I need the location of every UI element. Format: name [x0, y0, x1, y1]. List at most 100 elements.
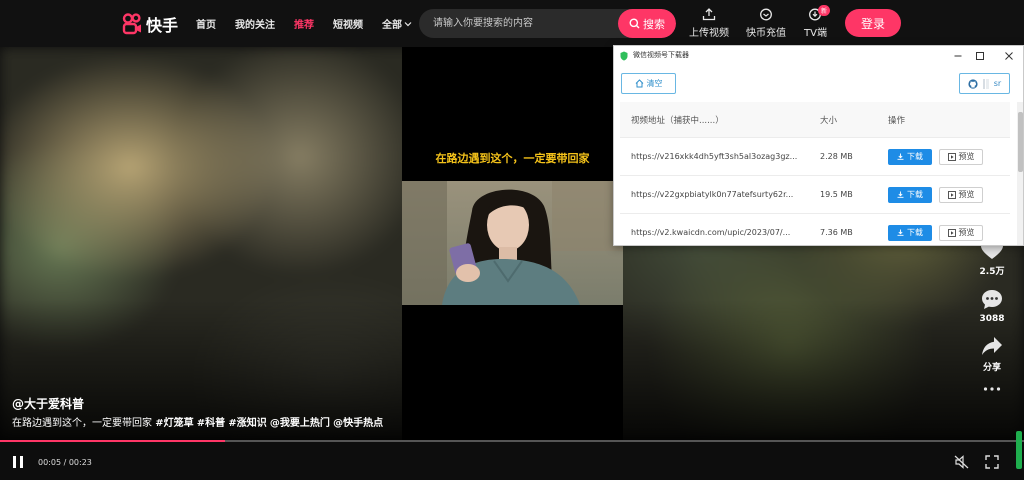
mention[interactable]: @我要上热门 — [270, 418, 330, 429]
table-scrollbar-thumb[interactable] — [1018, 112, 1023, 172]
nav-all-label: 全部 — [382, 20, 402, 31]
comment-count: 3088 — [979, 314, 1005, 324]
hashtag[interactable]: #科普 — [197, 418, 225, 429]
home-icon — [635, 79, 643, 88]
video-description: 在路边遇到这个，一定要带回家 #灯笼草 #科普 #涨知识 @我要上热门 @快手热… — [12, 414, 383, 429]
duration: 00:23 — [68, 458, 92, 467]
video-url: https://v216xkk4dh5yft3sh5al3ozag3gz... — [631, 152, 798, 161]
github-button[interactable]: sr — [959, 73, 1010, 94]
nav-item-short-video[interactable]: 短视频 — [333, 16, 363, 31]
table-header: 视频地址（捕获中......） 大小 操作 — [620, 102, 1010, 138]
current-time: 00:05 — [38, 458, 62, 467]
kuaishou-page: 快手 首页 我的关注 推荐 短视频 全部 搜索 上传视频 快币充值 — [0, 0, 1024, 480]
table-scrollbar[interactable] — [1017, 102, 1023, 245]
page-scrollbar[interactable] — [1016, 431, 1022, 469]
minimize-button[interactable] — [951, 49, 965, 63]
maximize-button[interactable] — [973, 49, 987, 63]
fullscreen-icon — [985, 455, 999, 469]
table-row: https://v2.kwaicdn.com/upic/2023/07/... … — [620, 214, 1010, 245]
logo-text: 快手 — [146, 16, 179, 35]
downloader-toolbar: 清空 sr — [614, 66, 1023, 102]
kuaishou-logo-icon — [122, 13, 141, 35]
nav-item-following[interactable]: 我的关注 — [235, 16, 275, 31]
preview-button[interactable]: 预览 — [939, 224, 983, 241]
download-icon — [897, 153, 904, 160]
video-size: 19.5 MB — [820, 190, 853, 199]
tv-client-button[interactable]: 新 TV端 — [804, 5, 831, 39]
close-button[interactable] — [1002, 49, 1016, 63]
new-badge: 新 — [818, 5, 831, 16]
hashtag[interactable]: #灯笼草 — [155, 418, 193, 429]
shield-icon — [620, 51, 628, 61]
main-nav: 首页 我的关注 推荐 短视频 全部 — [196, 0, 431, 47]
play-square-icon — [947, 190, 956, 199]
more-dots-icon — [983, 387, 1001, 391]
clear-button-label: 清空 — [646, 79, 663, 88]
like-count: 2.5万 — [979, 267, 1005, 277]
download-label: 下载 — [907, 228, 923, 237]
preview-button[interactable]: 预览 — [939, 148, 983, 165]
column-header-actions: 操作 — [888, 115, 906, 126]
download-button[interactable]: 下载 — [888, 148, 932, 165]
table-row: https://v22gxpbiatylk0n77atefsurty62r...… — [620, 176, 1010, 214]
time-display: 00:05 / 00:23 — [38, 458, 92, 467]
downloader-window: 微信视频号下载器 清空 sr 视频地址（捕获中......） 大小 操作 htt… — [613, 45, 1024, 246]
login-button[interactable]: 登录 — [845, 9, 901, 37]
preview-button[interactable]: 预览 — [939, 186, 983, 203]
video-size: 7.36 MB — [820, 228, 853, 237]
more-button[interactable] — [983, 387, 1001, 391]
coin-recharge-label: 快币充值 — [746, 28, 786, 39]
preview-label: 预览 — [958, 190, 975, 199]
download-button[interactable]: 下载 — [888, 186, 932, 203]
row-actions: 下载 预览 — [878, 224, 1010, 241]
chevron-down-icon — [404, 21, 412, 26]
comment-button[interactable]: 3088 — [979, 289, 1005, 324]
column-header-url: 视频地址（捕获中......） — [631, 115, 724, 126]
comment-icon — [982, 290, 1002, 309]
upload-video-label: 上传视频 — [689, 28, 729, 39]
nav-item-all[interactable]: 全部 — [382, 16, 412, 31]
download-label: 下载 — [907, 190, 923, 199]
video-player[interactable]: 在路边遇到这个，一定要带回家 — [402, 47, 623, 440]
upload-video-button[interactable]: 上传视频 — [689, 8, 729, 39]
mention[interactable]: @快手热点 — [333, 418, 383, 429]
muted-speaker-icon — [954, 455, 969, 469]
mute-button[interactable] — [954, 454, 969, 473]
window-titlebar[interactable]: 微信视频号下载器 — [614, 46, 1023, 66]
tv-client-label: TV端 — [804, 28, 827, 39]
preview-label: 预览 — [958, 152, 975, 161]
share-arrow-icon — [982, 337, 1002, 355]
video-url: https://v22gxpbiatylk0n77atefsurty62r... — [631, 190, 794, 199]
search-icon — [629, 18, 640, 29]
redacted-badge-icon — [982, 78, 989, 89]
close-icon — [1005, 52, 1013, 60]
nav-item-recommend[interactable]: 推荐 — [294, 16, 314, 31]
video-caption: 在路边遇到这个，一定要带回家 — [435, 152, 590, 165]
author-name[interactable]: @大于爱科普 — [12, 395, 84, 412]
coin-icon — [760, 8, 772, 21]
capture-table: 视频地址（捕获中......） 大小 操作 https://v216xkk4dh… — [620, 102, 1010, 245]
share-button[interactable]: 分享 — [981, 336, 1003, 373]
clear-button[interactable]: 清空 — [621, 73, 676, 94]
hashtag[interactable]: #涨知识 — [228, 418, 266, 429]
search-input[interactable] — [419, 9, 618, 38]
logo[interactable]: 快手 — [122, 12, 178, 36]
upload-icon — [702, 8, 716, 21]
pause-icon — [13, 456, 23, 468]
play-square-icon — [947, 152, 956, 161]
github-button-label: sr — [993, 79, 1002, 88]
download-button[interactable]: 下载 — [888, 224, 932, 241]
github-icon — [968, 78, 978, 89]
pause-button[interactable] — [12, 454, 24, 473]
video-url: https://v2.kwaicdn.com/upic/2023/07/... — [631, 228, 791, 237]
fullscreen-button[interactable] — [985, 454, 999, 473]
search-button[interactable]: 搜索 — [618, 9, 676, 38]
download-label: 下载 — [907, 152, 923, 161]
search-box: 搜索 — [419, 9, 676, 38]
coin-recharge-button[interactable]: 快币充值 — [746, 8, 786, 39]
window-title: 微信视频号下载器 — [633, 51, 689, 59]
maximize-icon — [976, 52, 984, 60]
nav-item-home[interactable]: 首页 — [196, 16, 216, 31]
video-size: 2.28 MB — [820, 152, 853, 161]
top-navbar: 快手 首页 我的关注 推荐 短视频 全部 搜索 上传视频 快币充值 — [0, 0, 1024, 47]
